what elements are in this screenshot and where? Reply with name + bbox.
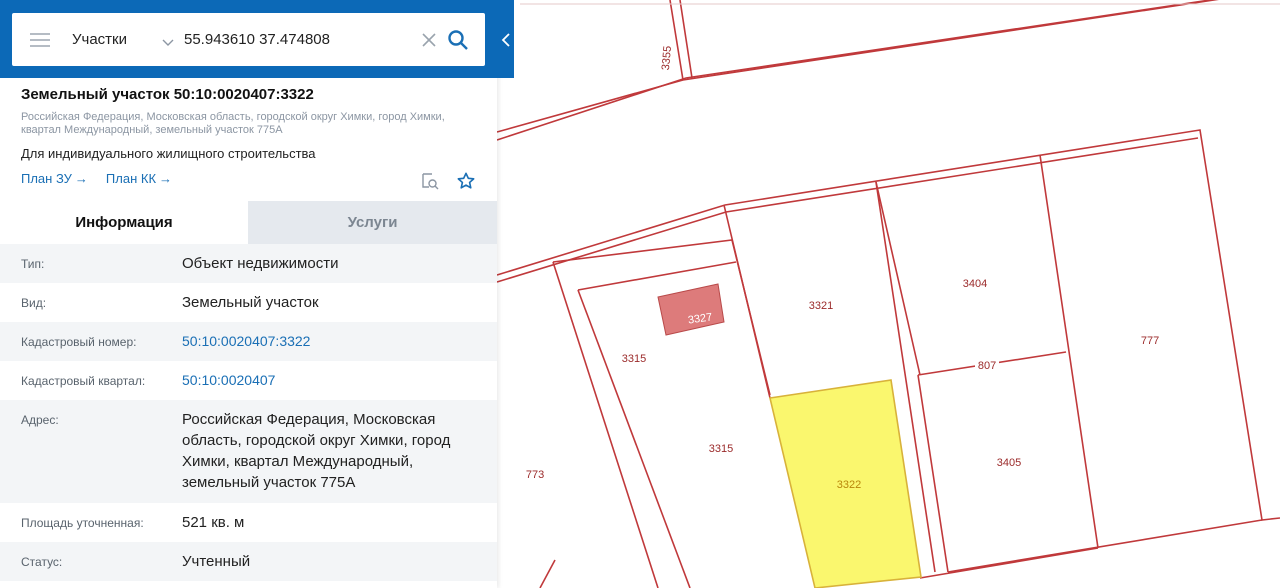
info-row-status: Статус: Учтенный — [0, 542, 497, 581]
info-panel: Земельный участок 50:10:0020407:3322 Рос… — [0, 0, 497, 588]
info-value: Учтенный — [182, 553, 251, 570]
info-key: Кадастровый квартал: — [21, 374, 146, 388]
arrow-right-icon: → — [159, 171, 173, 186]
info-key: Вид: — [21, 296, 47, 310]
info-key: Кадастровый номер: — [21, 335, 137, 349]
search-box: Участки 55.943610 37.474808 — [12, 13, 485, 66]
plot-label: 3355 — [660, 45, 674, 70]
star-icon[interactable] — [457, 172, 475, 190]
plot-label: 807 — [978, 360, 996, 372]
search-input[interactable]: 55.943610 37.474808 — [184, 31, 421, 48]
info-key: Адрес: — [21, 413, 59, 427]
chevron-down-icon[interactable] — [162, 35, 174, 46]
search-header: Участки 55.943610 37.474808 — [0, 0, 514, 78]
plan-kk-label: План КК — [105, 171, 157, 186]
info-row-kind: Вид: Земельный участок — [0, 283, 497, 322]
plot-label: 3322 — [837, 479, 861, 491]
object-address: Российская Федерация, Московская область… — [21, 111, 445, 136]
object-purpose: Для индивидуального жилищного строительс… — [21, 146, 316, 161]
plot-label: 3404 — [963, 278, 987, 290]
plot-label: 777 — [1141, 335, 1159, 347]
info-key: Статус: — [21, 555, 63, 569]
info-row-cadastral-number: Кадастровый номер: 50:10:0020407:3322 — [0, 322, 497, 361]
plot-label: 3321 — [809, 300, 833, 312]
tab-bar: Информация Услуги — [0, 201, 497, 244]
cadastral-number-link[interactable]: 50:10:0020407:3322 — [182, 322, 497, 361]
info-row-cadastral-quarter: Кадастровый квартал: 50:10:0020407 — [0, 361, 497, 400]
info-value: Земельный участок — [182, 294, 319, 311]
info-value: 521 кв. м — [182, 514, 245, 531]
info-row-area: Площадь уточненная: 521 кв. м — [0, 503, 497, 542]
info-table: Тип: Объект недвижимости Вид: Земельный … — [0, 244, 497, 581]
object-actions — [403, 172, 475, 190]
info-value: Российская Федерация, Московская область… — [182, 411, 451, 491]
document-search-icon[interactable] — [421, 172, 439, 190]
menu-icon[interactable] — [30, 32, 50, 47]
chevron-left-icon[interactable] — [497, 28, 514, 52]
info-key: Площадь уточненная: — [21, 516, 144, 530]
object-title: Земельный участок 50:10:0020407:3322 — [21, 86, 314, 103]
plot-label: 773 — [526, 469, 544, 481]
plan-kk-link[interactable]: План КК → — [106, 171, 172, 186]
close-icon[interactable] — [421, 32, 437, 48]
info-row-type: Тип: Объект недвижимости — [0, 244, 497, 283]
plan-zu-link[interactable]: План ЗУ → — [21, 171, 88, 186]
plot-label: 3315 — [622, 353, 646, 365]
info-row-address: Адрес: Российская Федерация, Московская … — [0, 400, 497, 503]
info-value: Объект недвижимости — [182, 255, 339, 272]
cadastral-quarter-link[interactable]: 50:10:0020407 — [182, 361, 497, 400]
arrow-right-icon: → — [74, 171, 88, 186]
plot-label: 3405 — [997, 457, 1021, 469]
plot-label: 3315 — [709, 443, 733, 455]
tab-information[interactable]: Информация — [0, 201, 248, 244]
info-key: Тип: — [21, 257, 45, 271]
plan-zu-label: План ЗУ — [21, 171, 72, 186]
search-icon[interactable] — [447, 29, 469, 51]
tab-services[interactable]: Услуги — [248, 201, 497, 244]
object-header: Земельный участок 50:10:0020407:3322 Рос… — [21, 86, 481, 186]
search-type-select[interactable]: Участки — [72, 31, 158, 48]
